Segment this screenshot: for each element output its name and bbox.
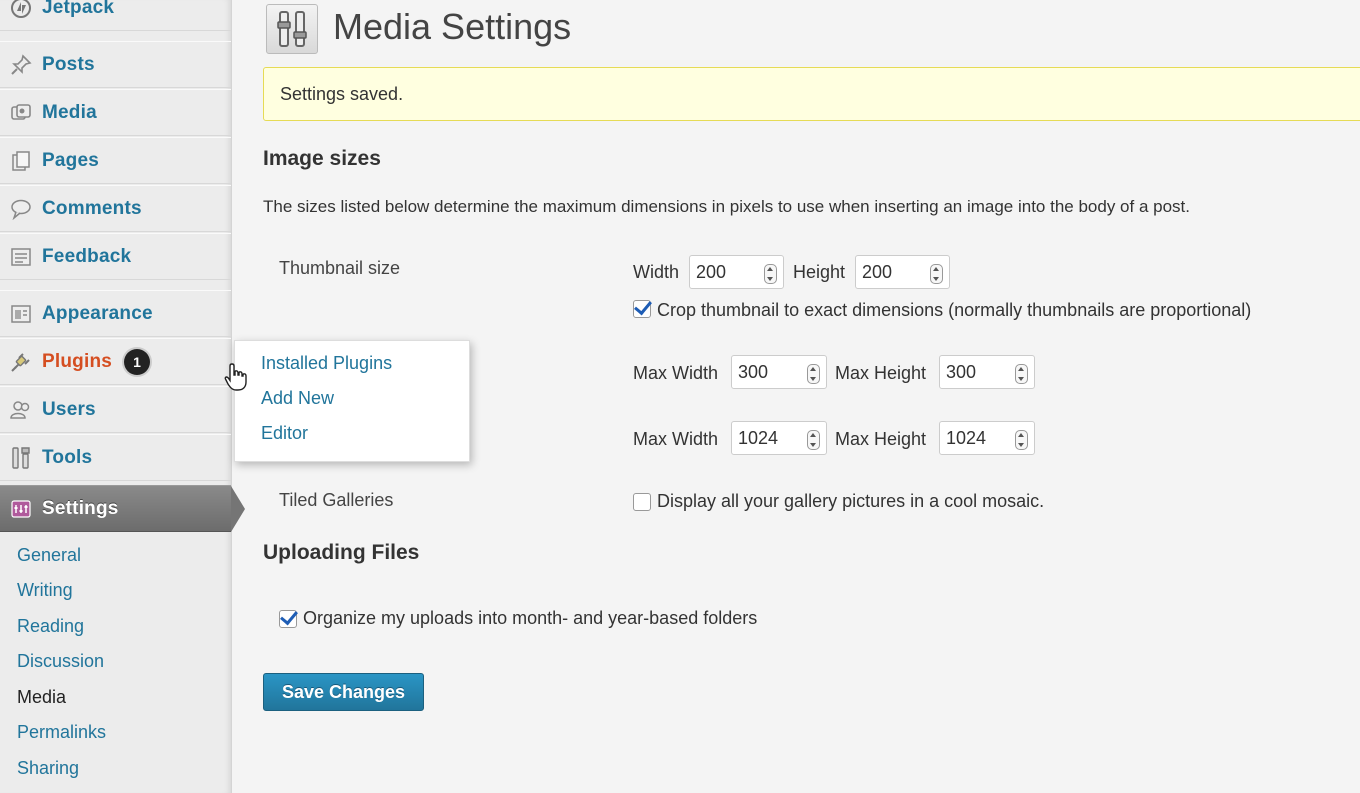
medium-max-height-value: 300 bbox=[946, 361, 977, 382]
large-max-height-value: 1024 bbox=[946, 427, 987, 448]
save-changes-button[interactable]: Save Changes bbox=[263, 673, 424, 711]
thumbnail-size-label: Thumbnail size bbox=[279, 258, 401, 278]
sidebar-item-label: Feedback bbox=[42, 245, 132, 267]
submenu-general[interactable]: General bbox=[17, 545, 81, 566]
stepper-icon[interactable] bbox=[807, 430, 820, 450]
sidebar-item-jetpack[interactable]: Jetpack bbox=[0, 0, 231, 31]
flyout-add-new[interactable]: Add New bbox=[261, 388, 334, 409]
sidebar-item-pages[interactable]: Pages bbox=[0, 137, 231, 184]
thumbnail-width-value: 200 bbox=[696, 261, 727, 282]
medium-max-width-label: Max Width bbox=[633, 363, 719, 383]
thumbnail-width-label: Width bbox=[633, 262, 680, 282]
organize-uploads-label: Organize my uploads into month- and year… bbox=[303, 608, 758, 628]
stepper-icon[interactable] bbox=[807, 364, 820, 384]
page-title: Media Settings bbox=[333, 6, 572, 47]
submenu-permalinks[interactable]: Permalinks bbox=[17, 722, 106, 743]
submenu-sharing[interactable]: Sharing bbox=[17, 758, 79, 779]
submenu-reading[interactable]: Reading bbox=[17, 616, 84, 637]
sidebar-item-label: Users bbox=[42, 398, 96, 420]
admin-sidebar: Jetpack Posts Media Pages Comments Feedb… bbox=[0, 0, 245, 793]
large-max-height-label: Max Height bbox=[835, 429, 927, 449]
submenu-writing[interactable]: Writing bbox=[17, 580, 73, 601]
speech-bubble-icon bbox=[8, 196, 34, 222]
large-max-width-value: 1024 bbox=[738, 427, 779, 448]
sidebar-item-feedback[interactable]: Feedback bbox=[0, 233, 231, 280]
sidebar-item-label: Comments bbox=[42, 197, 142, 219]
sidebar-item-label: Posts bbox=[42, 53, 95, 75]
submenu-media[interactable]: Media bbox=[17, 687, 66, 708]
sidebar-item-appearance[interactable]: Appearance bbox=[0, 290, 231, 337]
sidebar-item-label: Jetpack bbox=[42, 0, 115, 18]
plugins-flyout-menu: Installed Plugins Add New Editor bbox=[234, 340, 470, 462]
large-max-width-label: Max Width bbox=[633, 429, 719, 449]
tools-icon bbox=[8, 445, 34, 471]
sidebar-item-label: Media bbox=[42, 101, 97, 123]
stepper-icon[interactable] bbox=[764, 264, 777, 284]
feedback-icon bbox=[8, 244, 34, 270]
medium-max-width-value: 300 bbox=[738, 361, 769, 382]
flyout-installed-plugins[interactable]: Installed Plugins bbox=[261, 353, 392, 374]
jetpack-icon bbox=[8, 0, 34, 21]
tiled-galleries-label: Tiled Galleries bbox=[279, 490, 394, 510]
plug-icon bbox=[8, 349, 34, 375]
large-max-width-input[interactable]: 1024 bbox=[731, 421, 827, 455]
media-icon bbox=[8, 100, 34, 126]
sidebar-item-label: Tools bbox=[42, 446, 93, 468]
notice-text: Settings saved. bbox=[280, 84, 404, 104]
medium-max-height-label: Max Height bbox=[835, 363, 927, 383]
settings-saved-notice: Settings saved. bbox=[263, 67, 1360, 121]
sidebar-item-plugins[interactable]: Plugins 1 bbox=[0, 338, 231, 385]
users-icon bbox=[8, 397, 34, 423]
tiled-galleries-checkbox[interactable] bbox=[633, 493, 651, 511]
submenu-discussion[interactable]: Discussion bbox=[17, 651, 104, 672]
settings-tools-icon bbox=[266, 4, 318, 54]
sidebar-item-users[interactable]: Users bbox=[0, 386, 231, 433]
stepper-icon[interactable] bbox=[1015, 430, 1028, 450]
image-sizes-description: The sizes listed below determine the max… bbox=[263, 197, 1190, 216]
thumbnail-height-input[interactable]: 200 bbox=[855, 255, 950, 289]
update-count-badge: 1 bbox=[124, 348, 151, 375]
medium-max-width-input[interactable]: 300 bbox=[731, 355, 827, 389]
flyout-editor[interactable]: Editor bbox=[261, 423, 308, 444]
sidebar-item-tools[interactable]: Tools bbox=[0, 434, 231, 481]
crop-thumbnail-checkbox[interactable] bbox=[633, 300, 651, 318]
sidebar-item-label: Settings bbox=[42, 497, 119, 519]
uploading-files-heading: Uploading Files bbox=[263, 541, 420, 564]
pages-icon bbox=[8, 148, 34, 174]
sidebar-item-media[interactable]: Media bbox=[0, 89, 231, 136]
pushpin-icon bbox=[8, 52, 34, 78]
organize-uploads-checkbox[interactable] bbox=[279, 610, 297, 628]
large-max-height-input[interactable]: 1024 bbox=[939, 421, 1035, 455]
sidebar-item-comments[interactable]: Comments bbox=[0, 185, 231, 232]
thumbnail-height-label: Height bbox=[793, 262, 846, 282]
appearance-icon bbox=[8, 301, 34, 327]
thumbnail-width-input[interactable]: 200 bbox=[689, 255, 784, 289]
settings-icon bbox=[8, 496, 34, 522]
medium-max-height-input[interactable]: 300 bbox=[939, 355, 1035, 389]
sidebar-item-label: Plugins bbox=[42, 350, 113, 372]
hand-cursor-icon bbox=[224, 362, 250, 397]
thumbnail-height-value: 200 bbox=[862, 261, 893, 282]
image-sizes-heading: Image sizes bbox=[263, 147, 381, 170]
tiled-galleries-checkbox-label: Display all your gallery pictures in a c… bbox=[657, 491, 1045, 511]
stepper-icon[interactable] bbox=[1015, 364, 1028, 384]
sidebar-item-label: Pages bbox=[42, 149, 99, 171]
sidebar-item-settings[interactable]: Settings bbox=[0, 485, 231, 532]
sidebar-item-label: Appearance bbox=[42, 302, 153, 324]
crop-thumbnail-label: Crop thumbnail to exact dimensions (norm… bbox=[657, 300, 1252, 320]
sidebar-item-posts[interactable]: Posts bbox=[0, 41, 231, 88]
stepper-icon[interactable] bbox=[930, 264, 943, 284]
